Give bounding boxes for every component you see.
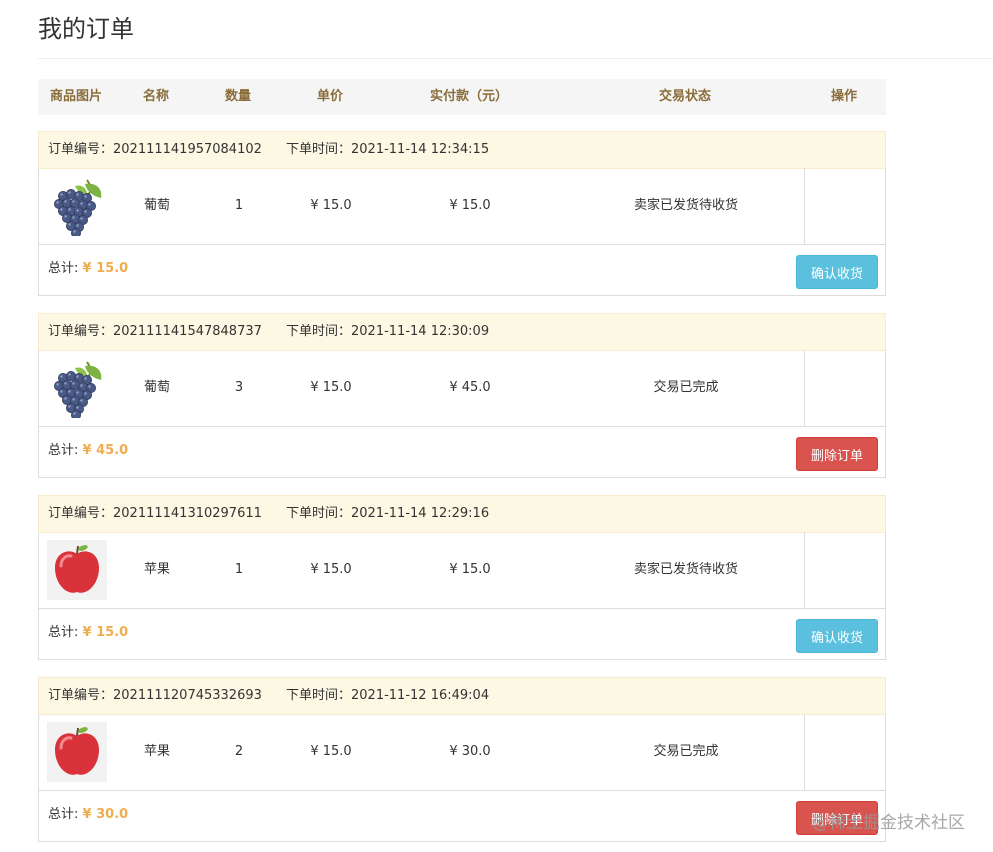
- column-header-status: 交易状态: [658, 89, 711, 104]
- column-header-action: 操作: [830, 89, 857, 104]
- action-column-divider: [804, 350, 805, 426]
- apple-image: [47, 540, 107, 600]
- action-column-divider: [804, 714, 805, 790]
- column-header-paid: 实付款（元）: [429, 89, 508, 104]
- delete-order-button[interactable]: 删除订单: [796, 437, 878, 471]
- order-time: 2021-11-14 12:29:16: [351, 506, 490, 521]
- order-number: 202111120745332693: [113, 688, 262, 703]
- order-footer: 总计: ¥ 15.0 确认收货: [38, 609, 886, 660]
- product-unit-price: ¥ 15.0: [310, 744, 352, 759]
- order-number-label: 订单编号：: [48, 324, 114, 339]
- order-total: 总计: ¥ 30.0: [48, 803, 128, 822]
- order-header: 订单编号：202111120745332693 下单时间：2021-11-12 …: [38, 677, 886, 715]
- watermark: @稀土掘金技术社区: [812, 813, 965, 833]
- order-total: 总计: ¥ 15.0: [48, 257, 128, 276]
- order-number: 202111141310297611: [113, 506, 262, 521]
- total-label: 总计:: [48, 625, 79, 640]
- confirm-receipt-button[interactable]: 确认收货: [796, 619, 878, 653]
- order-number: 202111141957084102: [113, 142, 262, 157]
- order-number-label: 订单编号：: [48, 142, 114, 157]
- order-time-label: 下单时间：: [286, 506, 352, 521]
- product-image-slot: [47, 358, 107, 421]
- total-value: ¥ 45.0: [82, 443, 129, 458]
- product-paid: ¥ 30.0: [449, 744, 491, 759]
- product-quantity: 1: [234, 562, 244, 577]
- product-quantity: 3: [234, 380, 244, 395]
- total-value: ¥ 30.0: [82, 807, 129, 822]
- order-status: 交易已完成: [653, 744, 719, 759]
- total-label: 总计:: [48, 807, 79, 822]
- order-total: 总计: ¥ 15.0: [48, 621, 128, 640]
- order-footer: 总计: ¥ 30.0 删除订单: [38, 791, 886, 842]
- product-name: 葡萄: [143, 198, 170, 213]
- column-header-name: 名称: [142, 89, 169, 104]
- order-number-label: 订单编号：: [48, 688, 114, 703]
- title-divider: [38, 58, 993, 59]
- order-item-row: 葡萄 3 ¥ 15.0 ¥ 45.0 交易已完成: [38, 350, 886, 427]
- total-value: ¥ 15.0: [82, 625, 129, 640]
- table-header: 商品图片 名称 数量 单价 实付款（元） 交易状态 操作: [38, 79, 886, 115]
- order-status: 交易已完成: [653, 380, 719, 395]
- product-unit-price: ¥ 15.0: [310, 380, 352, 395]
- product-name: 苹果: [143, 562, 170, 577]
- product-unit-price: ¥ 15.0: [310, 562, 352, 577]
- product-name: 苹果: [143, 744, 170, 759]
- total-label: 总计:: [48, 443, 79, 458]
- product-quantity: 1: [234, 198, 244, 213]
- order-footer: 总计: ¥ 15.0 确认收货: [38, 245, 886, 296]
- order-item-row: 苹果 2 ¥ 15.0 ¥ 30.0 交易已完成: [38, 714, 886, 791]
- total-value: ¥ 15.0: [82, 261, 129, 276]
- apple-image: [47, 722, 107, 782]
- confirm-receipt-button[interactable]: 确认收货: [796, 255, 878, 289]
- order-time-label: 下单时间：: [286, 142, 352, 157]
- product-paid: ¥ 15.0: [449, 562, 491, 577]
- grapes-image: [54, 361, 102, 421]
- product-image-slot: [47, 540, 107, 600]
- order-time-label: 下单时间：: [286, 688, 352, 703]
- order-header: 订单编号：202111141310297611 下单时间：2021-11-14 …: [38, 495, 886, 533]
- order-number: 202111141547848737: [113, 324, 262, 339]
- product-unit-price: ¥ 15.0: [310, 198, 352, 213]
- order-time: 2021-11-12 16:49:04: [351, 688, 490, 703]
- total-label: 总计:: [48, 261, 79, 276]
- order-total: 总计: ¥ 45.0: [48, 439, 128, 458]
- column-header-unit-price: 单价: [316, 89, 343, 104]
- page-title: 我的订单: [38, 15, 134, 43]
- action-column-divider: [804, 168, 805, 244]
- product-name: 葡萄: [143, 380, 170, 395]
- product-image-slot: [47, 722, 107, 782]
- column-header-quantity: 数量: [224, 89, 251, 104]
- action-column-divider: [804, 532, 805, 608]
- order-header: 订单编号：202111141957084102 下单时间：2021-11-14 …: [38, 131, 886, 169]
- order-item-row: 葡萄 1 ¥ 15.0 ¥ 15.0 卖家已发货待收货: [38, 168, 886, 245]
- grapes-image: [54, 179, 102, 239]
- order-footer: 总计: ¥ 45.0 删除订单: [38, 427, 886, 478]
- order-time-label: 下单时间：: [286, 324, 352, 339]
- order-time: 2021-11-14 12:34:15: [351, 142, 490, 157]
- product-quantity: 2: [234, 744, 244, 759]
- product-paid: ¥ 45.0: [449, 380, 491, 395]
- order-number-label: 订单编号：: [48, 506, 114, 521]
- order-status: 卖家已发货待收货: [633, 562, 738, 577]
- column-header-image: 商品图片: [49, 89, 102, 104]
- order-time: 2021-11-14 12:30:09: [351, 324, 490, 339]
- order-header: 订单编号：202111141547848737 下单时间：2021-11-14 …: [38, 313, 886, 351]
- product-image-slot: [47, 176, 107, 239]
- order-item-row: 苹果 1 ¥ 15.0 ¥ 15.0 卖家已发货待收货: [38, 532, 886, 609]
- product-paid: ¥ 15.0: [449, 198, 491, 213]
- order-status: 卖家已发货待收货: [633, 198, 738, 213]
